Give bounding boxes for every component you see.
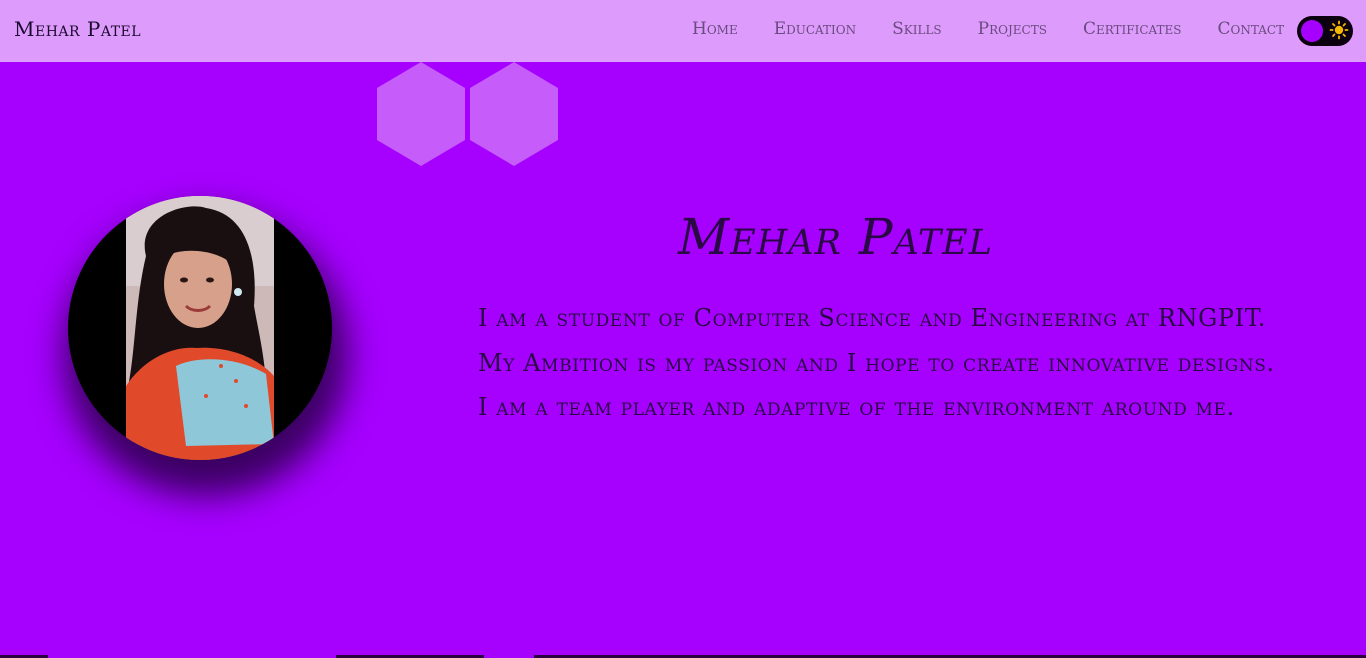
hexagon-shape xyxy=(470,62,558,166)
bio-line: I am a student of Computer Science and E… xyxy=(478,304,1267,332)
hexagon-shape xyxy=(377,62,465,166)
nav-link-home[interactable]: Home xyxy=(692,19,738,39)
nav-link-certificates[interactable]: Certificates xyxy=(1083,19,1182,39)
theme-toggle[interactable] xyxy=(1297,16,1353,46)
decorative-hexagons xyxy=(377,62,558,166)
nav-link-education[interactable]: Education xyxy=(774,19,856,39)
toggle-knob xyxy=(1301,20,1323,42)
brand-name[interactable]: Mehar Patel xyxy=(14,17,141,41)
bio-line: I am a team player and adaptive of the e… xyxy=(478,393,1235,421)
nav-link-contact[interactable]: Contact xyxy=(1218,19,1285,39)
hero-name: Mehar Patel xyxy=(678,208,993,266)
sun-icon xyxy=(1329,20,1349,40)
nav-links: Home Education Skills Projects Certifica… xyxy=(692,19,1320,39)
bio-text: I am a student of Computer Science and E… xyxy=(478,296,1348,430)
navbar: Mehar Patel Home Education Skills Projec… xyxy=(0,0,1366,62)
bio-line: My Ambition is my passion and I hope to … xyxy=(478,348,1275,377)
nav-link-projects[interactable]: Projects xyxy=(978,19,1047,39)
nav-link-skills[interactable]: Skills xyxy=(892,19,942,39)
